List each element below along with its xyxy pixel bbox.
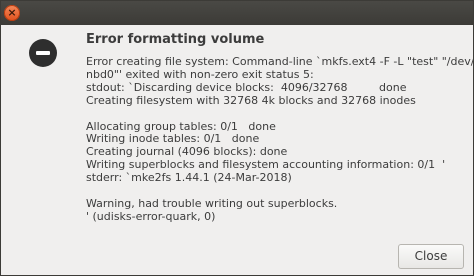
dialog-title: Error formatting volume: [86, 32, 265, 47]
message-line: Creating journal (4096 blocks): done: [86, 145, 288, 159]
message-line: ' (udisks-error-quark, 0): [86, 209, 216, 223]
message-line: Warning, had trouble writing out superbl…: [86, 196, 338, 210]
message-line: stderr: `mke2fs 1.44.1 (24-Mar-2018): [86, 171, 292, 185]
message-line: nbd0"' exited with non-zero exit status …: [86, 67, 314, 81]
close-icon[interactable]: ×: [4, 5, 20, 21]
error-icon: [29, 39, 57, 67]
message-line: Allocating group tables: 0/1 done: [86, 119, 276, 133]
message-line: Error creating file system: Command-line…: [86, 55, 474, 68]
error-message: Error creating file system: Command-line…: [86, 55, 473, 224]
message-line: Writing superblocks and filesystem accou…: [86, 158, 446, 172]
message-line: Writing inode tables: 0/1 done: [86, 132, 260, 146]
error-dialog-window: × Error formatting volume Error creating…: [0, 0, 474, 276]
message-line: stdout: `Discarding device blocks: 4096/…: [86, 80, 407, 94]
titlebar[interactable]: ×: [1, 1, 473, 25]
error-icon-bar: [36, 51, 50, 55]
message-line: Creating filesystem with 32768 4k blocks…: [86, 93, 416, 107]
close-button[interactable]: Close: [398, 244, 464, 269]
